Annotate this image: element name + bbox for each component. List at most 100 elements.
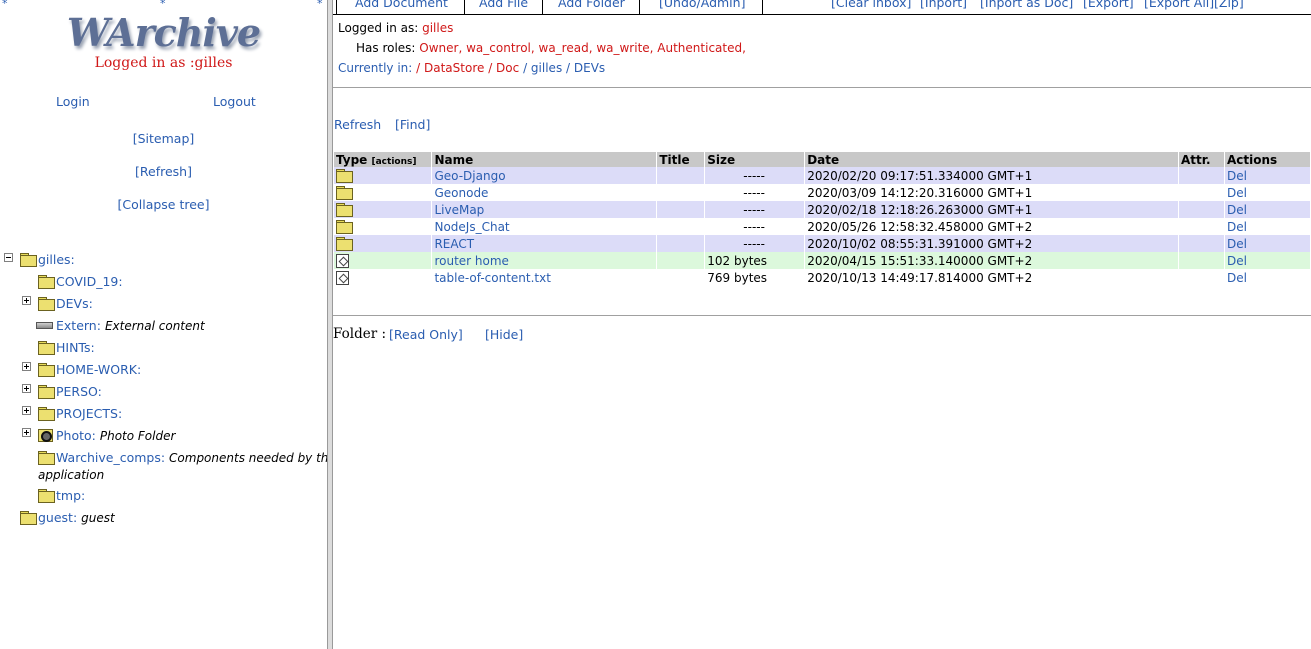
folder-icon: [38, 451, 55, 465]
tree-node-gilles[interactable]: gilles:: [20, 252, 75, 267]
divider-line: [333, 315, 1311, 316]
tree-node-description: application: [38, 468, 105, 482]
tree-node-photo[interactable]: Photo: Photo Folder: [38, 428, 175, 443]
folder-icon: [38, 363, 55, 377]
folder-label: Folder :: [333, 326, 386, 342]
column-type[interactable]: Type [actions]: [334, 152, 433, 167]
tree-node-home-work[interactable]: HOME-WORK:: [38, 362, 141, 377]
star-marker: *: [317, 0, 323, 10]
item-link[interactable]: Geonode: [434, 186, 488, 200]
tree-node-guest[interactable]: guest: guest: [20, 510, 115, 525]
delete-link[interactable]: Del: [1227, 220, 1247, 234]
add-folder-button[interactable]: Add Folder: [558, 0, 625, 10]
breadcrumb-doc[interactable]: / Doc: [488, 61, 519, 75]
delete-link[interactable]: Del: [1227, 203, 1247, 217]
table-row: Geonode ----- 2020/03/09 14:12:20.316000…: [334, 184, 1311, 201]
tree-node-hints[interactable]: HINTs:: [38, 340, 95, 355]
tree-node-covid19[interactable]: COVID_19:: [38, 274, 123, 289]
column-attr[interactable]: Attr.: [1178, 152, 1225, 167]
folder-icon: [20, 253, 37, 267]
breadcrumb-datastore[interactable]: / DataStore: [416, 61, 484, 75]
item-link[interactable]: Geo-Django: [434, 169, 505, 183]
zip-link[interactable]: [Zip]: [1214, 0, 1244, 10]
refresh-tree-link[interactable]: [Refresh]: [135, 164, 192, 179]
file-icon[interactable]: [336, 270, 349, 285]
table-row: table-of-content.txt 769 bytes 2020/10/1…: [334, 269, 1311, 286]
app-logo: WArchive: [66, 10, 261, 55]
folder-icon: [20, 511, 37, 525]
delete-link[interactable]: Del: [1227, 237, 1247, 251]
user-name: gilles: [422, 21, 454, 35]
inport-link[interactable]: [Inport]: [920, 0, 967, 10]
export-all-link[interactable]: [Export All]: [1144, 0, 1214, 10]
read-only-link[interactable]: [Read Only]: [389, 327, 463, 342]
expand-toggle-icon[interactable]: [22, 362, 31, 371]
delete-link[interactable]: Del: [1227, 169, 1247, 183]
inport-as-doc-link[interactable]: [Inport as Doc]: [980, 0, 1073, 10]
breadcrumb-gilles[interactable]: / gilles: [523, 61, 562, 75]
folder-icon[interactable]: [336, 185, 353, 200]
expand-toggle-icon[interactable]: [22, 296, 31, 305]
tree-node-extern[interactable]: Extern: External content: [36, 318, 205, 333]
navigation-panel: * * * WArchive Logged in as :gilles Logi…: [0, 0, 327, 649]
content-panel: Add Document Add File Add Folder [Undo/A…: [333, 0, 1311, 649]
table-row: NodeJs_Chat ----- 2020/05/26 12:58:32.45…: [334, 218, 1311, 235]
folder-icon: [38, 275, 55, 289]
expand-toggle-icon[interactable]: [22, 428, 31, 437]
column-title[interactable]: Title: [656, 152, 706, 167]
tree-node-warchive-comps[interactable]: Warchive_comps: Components needed by thi…: [38, 450, 327, 465]
find-link[interactable]: [Find]: [395, 117, 430, 132]
sitemap-link[interactable]: [Sitemap]: [133, 131, 195, 146]
login-link[interactable]: Login: [56, 94, 90, 109]
collapse-tree-link[interactable]: [Collapse tree]: [118, 197, 210, 212]
folder-icon[interactable]: [336, 168, 353, 183]
item-link[interactable]: table-of-content.txt: [434, 271, 550, 285]
add-document-button[interactable]: Add Document: [355, 0, 448, 10]
item-link[interactable]: REACT: [434, 237, 474, 251]
folder-icon: [38, 489, 55, 503]
drive-icon: [36, 322, 53, 329]
table-row: router home 102 bytes 2020/04/15 15:51:3…: [334, 252, 1311, 269]
folder-icon[interactable]: [336, 202, 353, 217]
table-row: LiveMap ----- 2020/02/18 12:18:26.263000…: [334, 201, 1311, 218]
folder-icon: [38, 297, 55, 311]
roles-list: Owner, wa_control, wa_read, wa_write, Au…: [419, 41, 746, 55]
folder-icon: [38, 341, 55, 355]
file-icon[interactable]: [336, 253, 349, 268]
column-date[interactable]: Date: [804, 152, 1179, 167]
export-link[interactable]: [Export]: [1083, 0, 1134, 10]
toolbar: Add Document Add File Add Folder [Undo/A…: [333, 0, 1311, 15]
camera-folder-icon: [38, 429, 53, 442]
column-name[interactable]: Name: [431, 152, 658, 167]
expand-toggle-icon[interactable]: [22, 384, 31, 393]
item-link[interactable]: router home: [434, 254, 508, 268]
table-row: REACT ----- 2020/10/02 08:55:31.391000 G…: [334, 235, 1311, 252]
tree-node-perso[interactable]: PERSO:: [38, 384, 102, 399]
delete-link[interactable]: Del: [1227, 186, 1247, 200]
tree-node-tmp[interactable]: tmp:: [38, 488, 85, 503]
breadcrumb-devs[interactable]: / DEVs: [566, 61, 605, 75]
folder-icon[interactable]: [336, 236, 353, 251]
item-link[interactable]: LiveMap: [434, 203, 484, 217]
tree-node-devs[interactable]: DEVs:: [38, 296, 93, 311]
table-row: Geo-Django ----- 2020/02/20 09:17:51.334…: [334, 167, 1311, 184]
delete-link[interactable]: Del: [1227, 254, 1247, 268]
collapse-toggle-icon[interactable]: [4, 253, 13, 262]
expand-toggle-icon[interactable]: [22, 406, 31, 415]
logout-link[interactable]: Logout: [213, 94, 256, 109]
star-marker: *: [2, 0, 8, 10]
tree-node-projects[interactable]: PROJECTS:: [38, 406, 122, 421]
item-link[interactable]: NodeJs_Chat: [434, 220, 509, 234]
clear-inbox-link[interactable]: [Clear inbox]: [831, 0, 911, 10]
hide-link[interactable]: [Hide]: [485, 327, 523, 342]
folder-icon[interactable]: [336, 219, 353, 234]
column-actions[interactable]: Actions: [1224, 152, 1311, 167]
breadcrumb: Currently in: / DataStore / Doc / gilles…: [338, 61, 606, 75]
column-size[interactable]: Size: [704, 152, 806, 167]
undo-admin-button[interactable]: [Undo/Admin]: [659, 0, 745, 10]
add-file-button[interactable]: Add File: [479, 0, 528, 10]
file-table: Type [actions] Name Title Size Date Attr…: [334, 152, 1311, 286]
folder-icon: [38, 407, 55, 421]
delete-link[interactable]: Del: [1227, 271, 1247, 285]
refresh-link[interactable]: Refresh: [334, 117, 381, 132]
